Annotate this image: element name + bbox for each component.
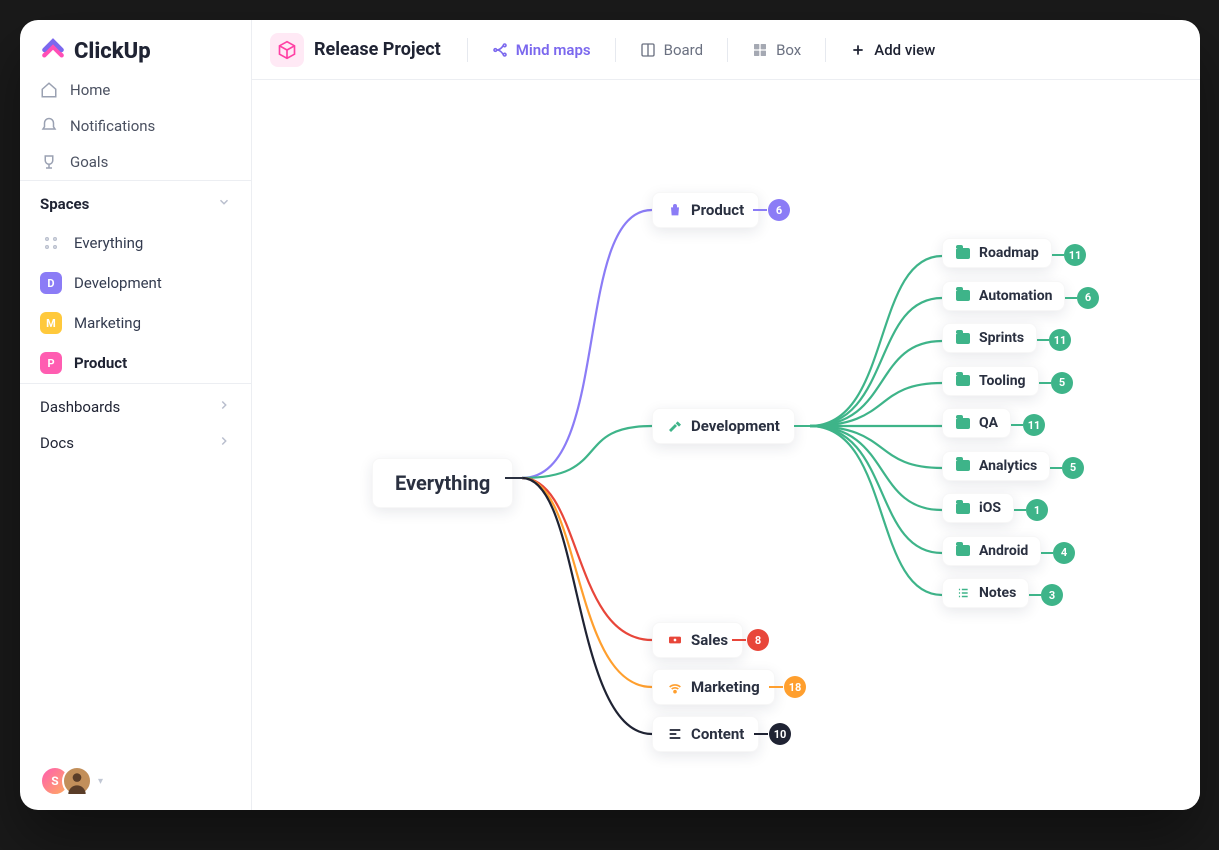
count-badge: 10 (769, 723, 791, 745)
node-label: iOS (979, 500, 1001, 516)
nav-home[interactable]: Home (20, 72, 251, 108)
count-badge: 3 (1041, 584, 1063, 606)
space-everything[interactable]: Everything (20, 223, 251, 263)
node-sales[interactable]: Sales (652, 622, 743, 658)
spaces-header[interactable]: Spaces (20, 180, 251, 223)
bell-icon (40, 117, 58, 135)
folder-icon (955, 245, 971, 261)
nav-label: Home (70, 81, 110, 99)
folder-icon (955, 500, 971, 516)
sidebar: ClickUp Home Notifications Goals Spaces (20, 20, 252, 810)
space-label: Marketing (74, 314, 141, 332)
count-badge: 11 (1023, 414, 1045, 436)
mindmap-canvas[interactable]: Everything Product 6 Development (252, 80, 1200, 810)
node-dev-child[interactable]: iOS (942, 493, 1014, 523)
project-title[interactable]: Release Project (314, 39, 441, 60)
ticket-icon (667, 632, 683, 648)
node-label: QA (979, 415, 998, 431)
space-badge-icon: P (40, 352, 62, 374)
project-icon (270, 33, 304, 67)
space-development[interactable]: D Development (20, 263, 251, 303)
sidebar-docs[interactable]: Docs (20, 430, 251, 466)
clickup-logo-icon (40, 38, 66, 64)
node-label: Tooling (979, 373, 1026, 389)
grid-icon (40, 232, 62, 254)
nav-label: Notifications (70, 117, 155, 135)
space-product[interactable]: P Product (20, 343, 251, 383)
folder-icon (955, 543, 971, 559)
count-badge: 11 (1064, 244, 1086, 266)
count-badge: 6 (768, 199, 790, 221)
caret-down-icon: ▾ (98, 776, 103, 787)
view-board[interactable]: Board (632, 35, 711, 65)
count-badge: 4 (1053, 542, 1075, 564)
folder-icon (955, 415, 971, 431)
trophy-icon (40, 153, 58, 171)
node-dev-child[interactable]: Android (942, 536, 1041, 566)
node-label: Roadmap (979, 245, 1039, 261)
chevron-down-icon (217, 195, 231, 213)
folder-icon (955, 458, 971, 474)
view-box[interactable]: Box (744, 35, 809, 65)
topbar: Release Project Mind maps Board B (252, 20, 1200, 80)
node-product[interactable]: Product (652, 192, 759, 228)
box-icon (752, 42, 768, 58)
node-content[interactable]: Content (652, 716, 759, 752)
node-dev-child[interactable]: Tooling (942, 366, 1039, 396)
bag-icon (667, 202, 683, 218)
avatar (62, 766, 92, 796)
space-label: Product (74, 354, 127, 372)
node-label: Notes (979, 585, 1016, 601)
node-label: Automation (979, 288, 1052, 304)
node-dev-child[interactable]: Analytics (942, 451, 1050, 481)
hammer-icon (667, 418, 683, 434)
node-label: Android (979, 543, 1028, 559)
node-dev-child[interactable]: Notes (942, 578, 1029, 608)
folder-icon (955, 330, 971, 346)
node-label: Sprints (979, 330, 1024, 346)
chevron-right-icon (217, 434, 231, 452)
sidebar-dashboards[interactable]: Dashboards (20, 383, 251, 430)
folder-icon (955, 373, 971, 389)
count-badge: 6 (1077, 287, 1099, 309)
node-dev-child[interactable]: Roadmap (942, 238, 1052, 268)
user-menu[interactable]: S ▾ (20, 752, 251, 810)
node-label: Analytics (979, 458, 1037, 474)
space-label: Everything (74, 234, 143, 252)
node-dev-child[interactable]: Sprints (942, 323, 1037, 353)
space-marketing[interactable]: M Marketing (20, 303, 251, 343)
node-marketing[interactable]: Marketing (652, 669, 775, 705)
view-mindmaps[interactable]: Mind maps (484, 35, 599, 65)
app-window: ClickUp Home Notifications Goals Spaces (20, 20, 1200, 810)
add-view-button[interactable]: Add view (842, 35, 943, 65)
plus-icon (850, 42, 866, 58)
mindmap-icon (492, 42, 508, 58)
chevron-right-icon (217, 398, 231, 416)
count-badge: 8 (747, 629, 769, 651)
count-badge: 5 (1051, 372, 1073, 394)
space-badge-icon: M (40, 312, 62, 334)
nav-label: Goals (70, 153, 108, 171)
count-badge: 5 (1062, 457, 1084, 479)
space-label: Development (74, 274, 162, 292)
nav-notifications[interactable]: Notifications (20, 108, 251, 144)
logo-text: ClickUp (74, 39, 151, 64)
node-dev-child[interactable]: Automation (942, 281, 1065, 311)
folder-icon (955, 288, 971, 304)
home-icon (40, 81, 58, 99)
nav-goals[interactable]: Goals (20, 144, 251, 180)
main: Release Project Mind maps Board B (252, 20, 1200, 810)
board-icon (640, 42, 656, 58)
list-icon (955, 585, 971, 601)
count-badge: 11 (1049, 329, 1071, 351)
text-icon (667, 726, 683, 742)
node-root[interactable]: Everything (372, 458, 513, 508)
node-dev-child[interactable]: QA (942, 408, 1011, 438)
space-badge-icon: D (40, 272, 62, 294)
count-badge: 1 (1026, 499, 1048, 521)
node-development[interactable]: Development (652, 408, 795, 444)
wifi-icon (667, 679, 683, 695)
count-badge: 18 (784, 676, 806, 698)
logo[interactable]: ClickUp (20, 20, 251, 72)
